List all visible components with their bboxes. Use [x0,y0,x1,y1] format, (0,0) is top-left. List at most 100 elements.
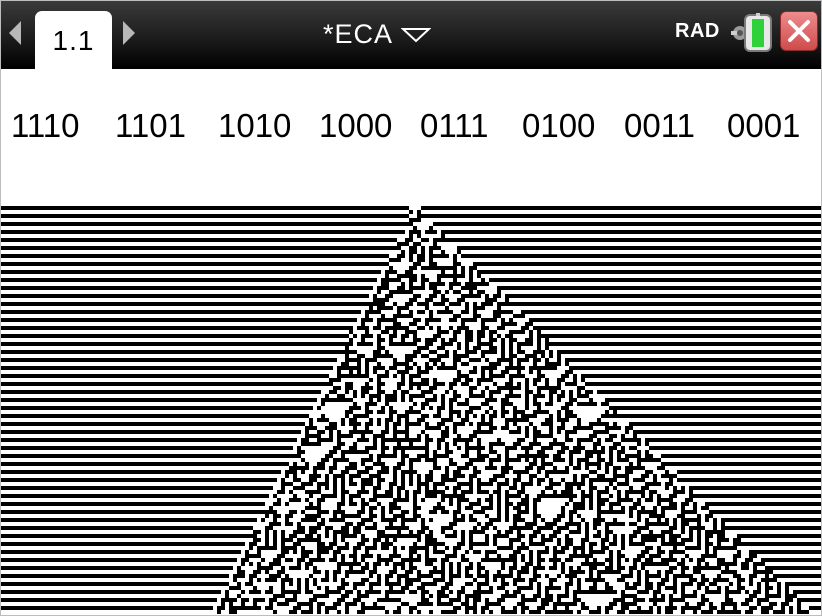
automaton-cell-run [217,606,225,610]
automaton-cell-run [577,462,581,466]
automaton-cell-run [501,402,513,406]
automaton-cell-run [557,398,561,402]
automaton-cell-run [533,566,545,570]
automaton-cell-run [281,586,285,590]
automaton-cell-run [373,494,393,498]
automaton-cell-run [361,478,373,482]
left-arrow-icon[interactable] [4,16,26,50]
automaton-cell-run [341,422,345,426]
automaton-cell-run [369,506,377,510]
automaton-cell-run [637,514,641,518]
automaton-cell-run [373,602,377,606]
automaton-cell-run [345,390,349,394]
automaton-cell-run [505,462,509,466]
automaton-cell-run [465,442,469,446]
automaton-cell-run [741,602,749,606]
automaton-cell-run [373,490,377,494]
automaton-cell-run [565,434,569,438]
automaton-cell-run [553,530,561,534]
automaton-cell-run [389,266,393,270]
automaton-cell-run [281,534,285,538]
automaton-cell-run [621,542,625,546]
automaton-cell-run [477,582,489,586]
automaton-cell-run [509,538,521,542]
automaton-cell-run [385,398,397,402]
tab-page-1-1[interactable]: 1.1 [35,11,112,71]
automaton-cell-run [665,570,673,574]
automaton-cell-run [585,466,589,470]
automaton-cell-run [609,562,613,566]
automaton-cell-run [429,570,445,574]
automaton-cell-run [637,526,649,530]
automaton-cell-run [725,566,729,570]
automaton-cell-run [409,282,413,286]
automaton-cell-run [309,558,325,562]
right-arrow-icon[interactable] [118,16,140,50]
automaton-cell-run [413,490,421,494]
automaton-cell-run [293,594,297,598]
automaton-cell-run [417,370,429,374]
automaton-cell-run [669,550,685,554]
automaton-cell-run [313,566,317,570]
document-menu-button[interactable]: *ECA [323,16,432,52]
automaton-cell-run [409,374,421,378]
automaton-cell-run [281,590,301,594]
automaton-cell-run [485,298,497,302]
automaton-cell-run [369,306,373,310]
automaton-cell-run [621,534,625,538]
automaton-cell-run [505,530,513,534]
automaton-cell-run [409,234,413,238]
automaton-cell-run [353,558,357,562]
automaton-cell-run [465,282,489,286]
cellular-automaton-plot [1,206,821,614]
automaton-cell-run [1,366,333,370]
automaton-cell-run [285,514,293,518]
automaton-cell-run [469,486,473,490]
automaton-cell-run [393,322,401,326]
automaton-cell-run [381,546,389,550]
automaton-cell-run [441,234,445,238]
automaton-cell-run [553,554,557,558]
automaton-cell-run [629,486,633,490]
automaton-cell-run [681,502,689,506]
automaton-cell-run [749,606,757,610]
automaton-cell-run [285,518,289,522]
automaton-cell-run [361,518,373,522]
automaton-cell-run [521,542,525,546]
automaton-cell-run [1,214,409,218]
automaton-cell-run [501,406,505,410]
automaton-cell-run [573,502,585,506]
automaton-cell-run [645,454,653,458]
automaton-cell-run [449,566,453,570]
automaton-cell-run [697,530,701,534]
automaton-cell-run [669,554,673,558]
automaton-cell-run [413,514,421,518]
automaton-cell-run [369,510,373,514]
close-button[interactable] [780,11,818,51]
automaton-cell-run [593,526,597,530]
automaton-cell-run [553,466,557,470]
automaton-cell-run [245,550,249,554]
automaton-cell-run [445,426,449,430]
automaton-cell-run [449,382,457,386]
automaton-cell-run [401,454,409,458]
automaton-cell-run [1,270,381,274]
automaton-cell-run [685,546,701,550]
automaton-cell-run [1,206,409,210]
automaton-cell-run [689,494,821,498]
automaton-cell-run [585,522,589,526]
automaton-cell-run [645,558,653,562]
automaton-cell-run [553,546,557,550]
automaton-cell-run [517,438,525,442]
automaton-cell-run [653,474,657,478]
automaton-cell-run [501,594,517,598]
automaton-cell-run [441,270,445,274]
automaton-cell-run [393,446,429,450]
automaton-cell-run [549,350,553,354]
automaton-cell-run [737,550,741,554]
automaton-cell-run [477,498,481,502]
automaton-cell-run [329,430,333,434]
automaton-cell-run [577,578,581,582]
automaton-cell-run [329,466,337,470]
automaton-cell-run [517,454,549,458]
